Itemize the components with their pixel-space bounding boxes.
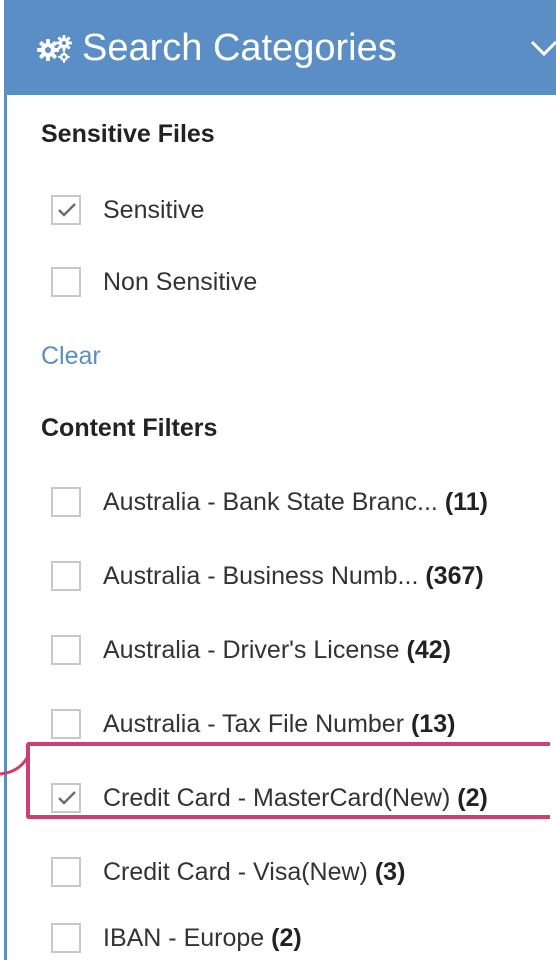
checkbox[interactable] <box>51 561 81 591</box>
checkbox-non-sensitive[interactable] <box>51 267 81 297</box>
filter-count: (2) <box>271 924 302 952</box>
panel-title: Search Categories <box>82 27 397 69</box>
checkbox[interactable] <box>51 709 81 739</box>
clear-link[interactable]: Clear <box>41 342 101 371</box>
section-title-sensitive-files: Sensitive Files <box>41 120 215 148</box>
checkbox-label: Sensitive <box>103 196 205 224</box>
checkbox[interactable] <box>51 923 81 953</box>
filter-count: (3) <box>374 858 406 886</box>
checkbox[interactable] <box>51 635 81 665</box>
checkbox[interactable] <box>51 487 81 517</box>
filter-count: (2) <box>457 784 488 812</box>
filter-label: Credit Card - Visa(New) (3) <box>103 858 406 886</box>
filter-row-australia-drivers-license[interactable]: Australia - Driver's License (42) <box>51 630 556 670</box>
filter-row-credit-card-visa[interactable]: Credit Card - Visa(New) (3) <box>51 852 556 892</box>
filter-label: Australia - Bank State Branc... (11) <box>103 488 488 516</box>
filter-label: IBAN - Europe (2) <box>103 924 302 952</box>
search-categories-panel: Search Categories Sensitive Files Sensit… <box>0 0 556 960</box>
filter-label: Australia - Driver's License (42) <box>103 636 451 664</box>
checkmark-icon <box>58 203 76 217</box>
filter-row-australia-bank-state-branch[interactable]: Australia - Bank State Branc... (11) <box>51 482 556 522</box>
checkbox[interactable] <box>51 857 81 887</box>
chevron-down-icon[interactable] <box>528 36 556 60</box>
gears-icon <box>37 35 72 63</box>
filter-label: Credit Card - MasterCard(New) (2) <box>103 784 488 812</box>
checkbox-row-sensitive[interactable]: Sensitive <box>51 190 556 230</box>
filter-row-credit-card-mastercard[interactable]: Credit Card - MasterCard(New) (2) <box>51 778 556 818</box>
filter-count: (11) <box>444 488 488 516</box>
panel-body: Sensitive Files Sensitive Non Sensitive … <box>4 95 556 960</box>
checkbox-label: Non Sensitive <box>103 268 258 296</box>
panel-header[interactable]: Search Categories <box>4 0 556 95</box>
filter-count: (42) <box>406 636 451 664</box>
checkbox-checked[interactable] <box>51 783 81 813</box>
checkbox-row-non-sensitive[interactable]: Non Sensitive <box>51 262 556 302</box>
filter-row-iban-europe[interactable]: IBAN - Europe (2) <box>51 918 556 958</box>
filter-count: (13) <box>410 710 456 738</box>
filter-row-australia-tax-file-number[interactable]: Australia - Tax File Number (13) <box>51 704 556 744</box>
filter-count: (367) <box>425 562 484 590</box>
filter-label: Australia - Business Numb... (367) <box>103 562 484 590</box>
checkbox-sensitive[interactable] <box>51 195 81 225</box>
filter-label: Australia - Tax File Number (13) <box>103 710 456 738</box>
filter-row-australia-business-number[interactable]: Australia - Business Numb... (367) <box>51 556 556 596</box>
section-title-content-filters: Content Filters <box>41 414 218 442</box>
checkmark-icon <box>58 791 76 805</box>
